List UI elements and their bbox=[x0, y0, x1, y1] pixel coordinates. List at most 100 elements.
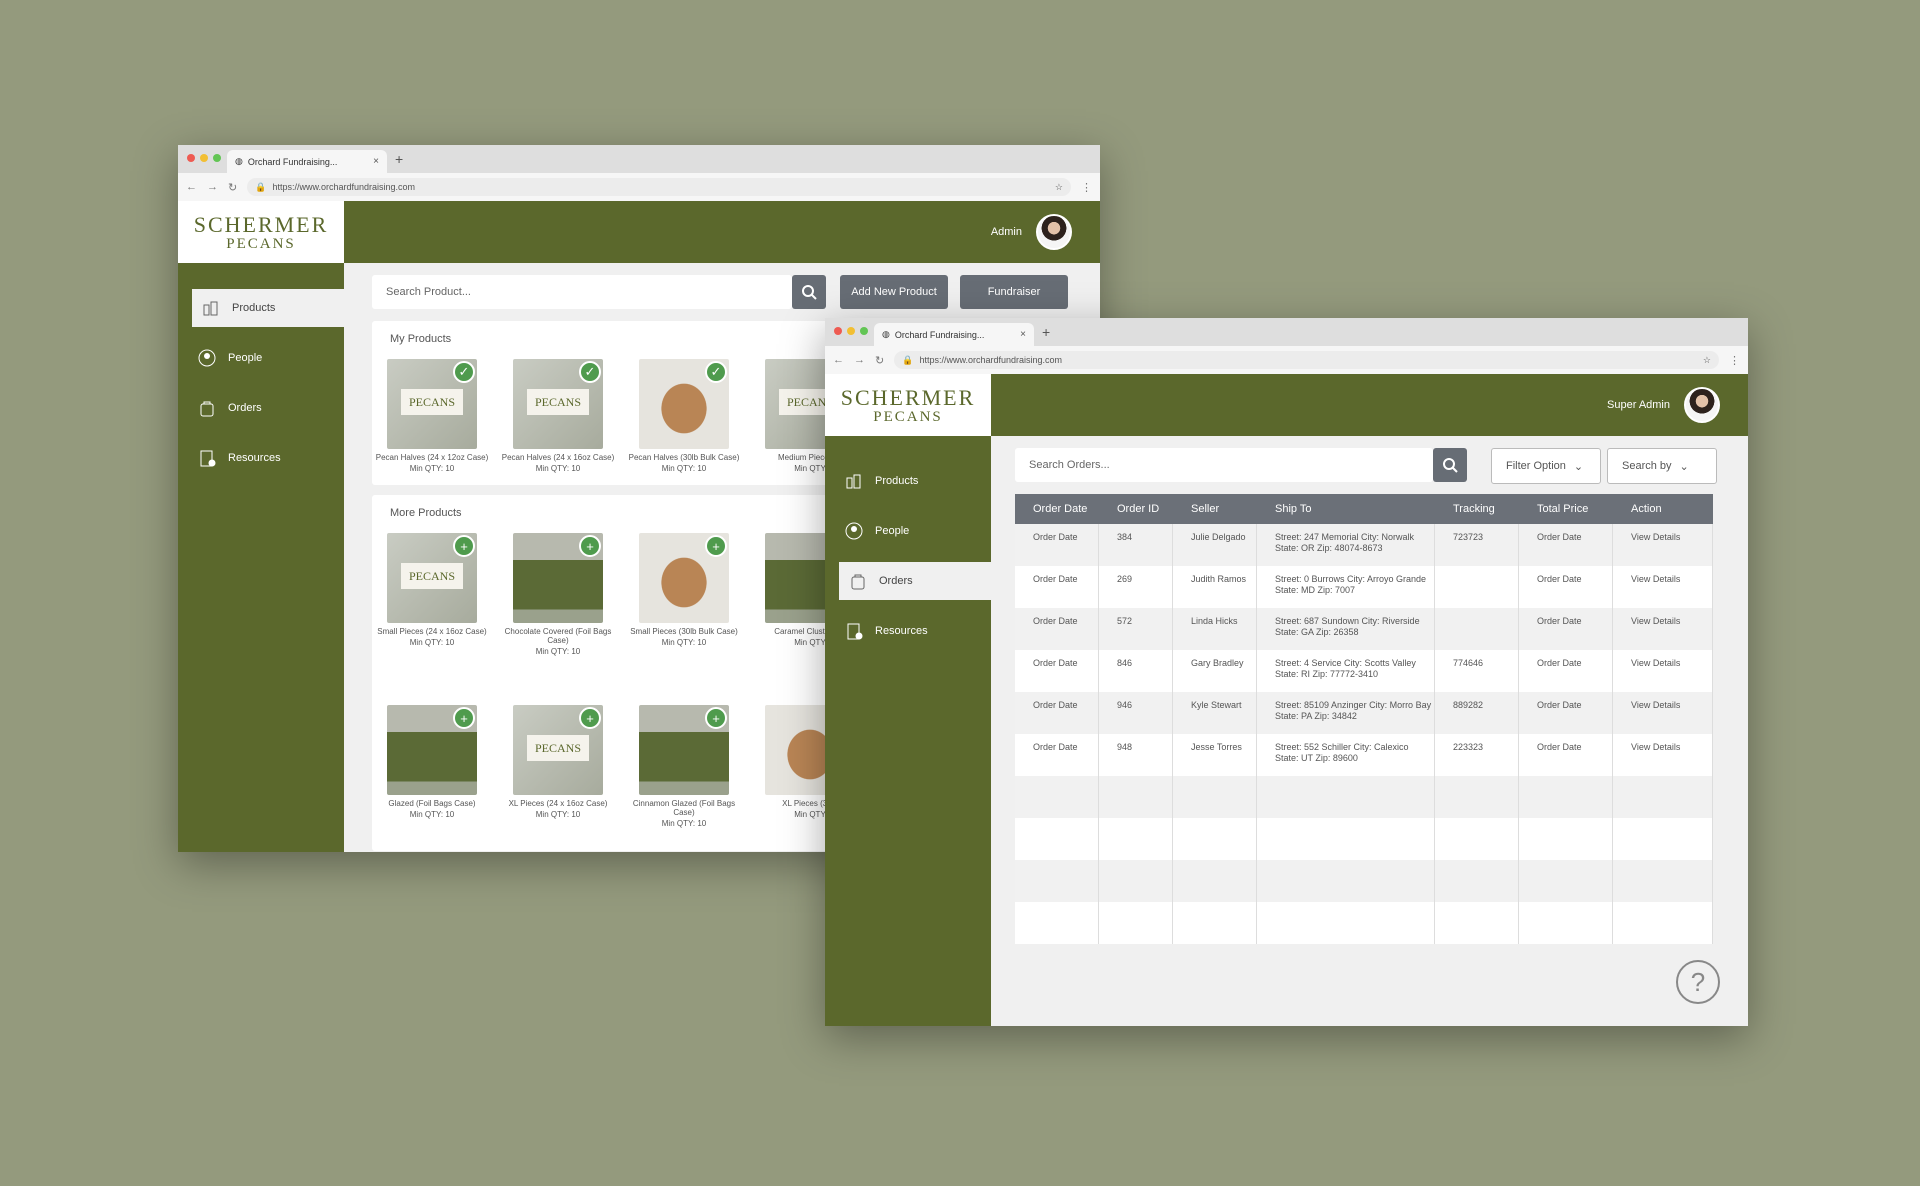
product-card[interactable]: + Chocolate Covered (Foil Bags Case) Min Q… bbox=[498, 533, 618, 656]
plus-icon[interactable]: + bbox=[453, 707, 475, 729]
product-label: PECANS bbox=[401, 563, 463, 589]
table-row bbox=[1015, 776, 1713, 818]
column-header[interactable]: Action bbox=[1613, 503, 1713, 515]
close-tab-icon[interactable]: × bbox=[1020, 329, 1026, 340]
new-tab-button[interactable]: + bbox=[1042, 324, 1050, 340]
column-header[interactable]: Order ID bbox=[1099, 503, 1173, 515]
column-header[interactable]: Seller bbox=[1173, 503, 1257, 515]
reload-icon[interactable]: ↻ bbox=[228, 181, 237, 194]
product-qty: Min QTY: 10 bbox=[409, 810, 455, 819]
reload-icon[interactable]: ↻ bbox=[875, 354, 884, 367]
person-icon bbox=[198, 349, 216, 367]
orders-browser-window: ◍ Orchard Fundraising... × + ← → ↻ 🔒 http… bbox=[825, 318, 1748, 1026]
search-orders-input[interactable]: Search Orders... bbox=[1015, 448, 1433, 482]
browser-tab[interactable]: ◍ Orchard Fundraising... × bbox=[874, 323, 1034, 346]
column-header[interactable]: Tracking bbox=[1435, 503, 1519, 515]
column-header[interactable]: Ship To bbox=[1257, 503, 1435, 515]
table-cell: Jesse Torres bbox=[1173, 734, 1257, 776]
sidebar-item-label: People bbox=[875, 525, 910, 537]
product-name: Small Pieces (30lb Bulk Case) bbox=[630, 627, 738, 636]
back-icon[interactable]: ← bbox=[186, 181, 197, 193]
star-icon[interactable]: ☆ bbox=[1703, 355, 1711, 366]
check-icon[interactable]: ✓ bbox=[705, 361, 727, 383]
help-icon[interactable]: ? bbox=[1676, 960, 1720, 1004]
new-tab-button[interactable]: + bbox=[395, 151, 403, 167]
sidebar-item-resources[interactable]: Resources bbox=[825, 612, 991, 650]
sidebar-item-orders[interactable]: Orders bbox=[178, 389, 344, 427]
maximize-window-icon[interactable] bbox=[213, 154, 221, 162]
search-button[interactable] bbox=[1433, 448, 1467, 482]
plus-icon[interactable]: + bbox=[579, 707, 601, 729]
product-card[interactable]: + Glazed (Foil Bags Case) Min QTY: 10 bbox=[372, 705, 492, 819]
fundraiser-button[interactable]: Fundraiser bbox=[960, 275, 1068, 309]
view-details-link[interactable]: View Details bbox=[1613, 524, 1713, 566]
plus-icon[interactable]: + bbox=[705, 707, 727, 729]
address-bar[interactable]: 🔒 https://www.orchardfundraising.com ☆ bbox=[247, 178, 1071, 196]
view-details-link[interactable]: View Details bbox=[1613, 608, 1713, 650]
table-cell: Order Date bbox=[1015, 608, 1099, 650]
star-icon[interactable]: ☆ bbox=[1055, 182, 1063, 193]
close-tab-icon[interactable]: × bbox=[373, 156, 379, 167]
view-details-link[interactable]: View Details bbox=[1613, 650, 1713, 692]
filter-option-label: Filter Option bbox=[1506, 460, 1566, 472]
column-header[interactable]: Order Date bbox=[1015, 503, 1099, 515]
product-card[interactable]: + Cinnamon Glazed (Foil Bags Case) Min QTY… bbox=[624, 705, 744, 828]
plus-icon[interactable]: + bbox=[579, 535, 601, 557]
product-card[interactable]: PECANS + Small Pieces (24 x 16oz Case) Min … bbox=[372, 533, 492, 647]
sidebar-item-resources[interactable]: Resources bbox=[178, 439, 344, 477]
check-icon[interactable]: ✓ bbox=[579, 361, 601, 383]
sidebar-item-people[interactable]: People bbox=[178, 339, 344, 377]
view-details-link[interactable]: View Details bbox=[1613, 692, 1713, 734]
plus-icon[interactable]: + bbox=[705, 535, 727, 557]
table-cell bbox=[1015, 776, 1099, 818]
forward-icon[interactable]: → bbox=[854, 354, 865, 366]
product-card[interactable]: PECANS ✓ Pecan Halves (24 x 12oz Case) Min … bbox=[372, 359, 492, 473]
logo-line2: PECANS bbox=[873, 408, 943, 425]
sidebar-item-label: Products bbox=[232, 302, 276, 314]
minimize-window-icon[interactable] bbox=[847, 327, 855, 335]
avatar[interactable] bbox=[1036, 214, 1072, 250]
table-row: Order Date 269 Judith Ramos Street: 0 Burro… bbox=[1015, 566, 1713, 608]
column-header[interactable]: Total Price bbox=[1519, 503, 1613, 515]
filter-option-dropdown[interactable]: Filter Option ⌄ bbox=[1491, 448, 1601, 484]
search-button[interactable] bbox=[792, 275, 826, 309]
main-content: Search Orders... Filter Option ⌄ Search b… bbox=[991, 436, 1748, 1026]
maximize-window-icon[interactable] bbox=[860, 327, 868, 335]
plus-icon[interactable]: + bbox=[453, 535, 475, 557]
table-cell: 774646 bbox=[1435, 650, 1519, 692]
product-card[interactable]: ✓ Pecan Halves (30lb Bulk Case) Min QTY: 1… bbox=[624, 359, 744, 473]
product-card[interactable]: PECANS ✓ Pecan Halves (24 x 16oz Case) Min … bbox=[498, 359, 618, 473]
forward-icon[interactable]: → bbox=[207, 181, 218, 193]
close-window-icon[interactable] bbox=[834, 327, 842, 335]
browser-tab[interactable]: ◍ Orchard Fundraising... × bbox=[227, 150, 387, 173]
menu-icon[interactable]: ⋮ bbox=[1081, 181, 1092, 194]
sidebar-item-products[interactable]: Products bbox=[192, 289, 344, 327]
add-new-product-button[interactable]: Add New Product bbox=[840, 275, 948, 309]
product-label: PECANS bbox=[527, 389, 589, 415]
menu-icon[interactable]: ⋮ bbox=[1729, 354, 1740, 367]
minimize-window-icon[interactable] bbox=[200, 154, 208, 162]
table-cell bbox=[1519, 860, 1613, 902]
product-name: Pecan Halves (30lb Bulk Case) bbox=[628, 453, 740, 462]
sidebar-item-people[interactable]: People bbox=[825, 512, 991, 550]
view-details-link[interactable]: View Details bbox=[1613, 566, 1713, 608]
avatar[interactable] bbox=[1684, 387, 1720, 423]
table-row: Order Date 948 Jesse Torres Street: 552 Sch… bbox=[1015, 734, 1713, 776]
back-icon[interactable]: ← bbox=[833, 354, 844, 366]
product-card[interactable]: PECANS + XL Pieces (24 x 16oz Case) Min QTY… bbox=[498, 705, 618, 819]
check-icon[interactable]: ✓ bbox=[453, 361, 475, 383]
product-card[interactable]: + Small Pieces (30lb Bulk Case) Min QTY: 1… bbox=[624, 533, 744, 647]
close-window-icon[interactable] bbox=[187, 154, 195, 162]
search-product-input[interactable]: Search Product... bbox=[372, 275, 792, 309]
sidebar-item-products[interactable]: Products bbox=[825, 462, 991, 500]
search-by-dropdown[interactable]: Search by ⌄ bbox=[1607, 448, 1717, 484]
sidebar-item-orders[interactable]: Orders bbox=[839, 562, 991, 600]
table-cell bbox=[1015, 818, 1099, 860]
sidebar: SCHERMER PECANS Products People Orders Re… bbox=[825, 374, 991, 1026]
table-cell bbox=[1257, 776, 1435, 818]
table-cell: Linda Hicks bbox=[1173, 608, 1257, 650]
orders-table: Order Date Order ID Seller Ship To Tracking T… bbox=[1015, 494, 1713, 944]
view-details-link[interactable]: View Details bbox=[1613, 734, 1713, 776]
url-text: https://www.orchardfundraising.com bbox=[272, 182, 416, 192]
address-bar[interactable]: 🔒 https://www.orchardfundraising.com ☆ bbox=[894, 351, 1719, 369]
